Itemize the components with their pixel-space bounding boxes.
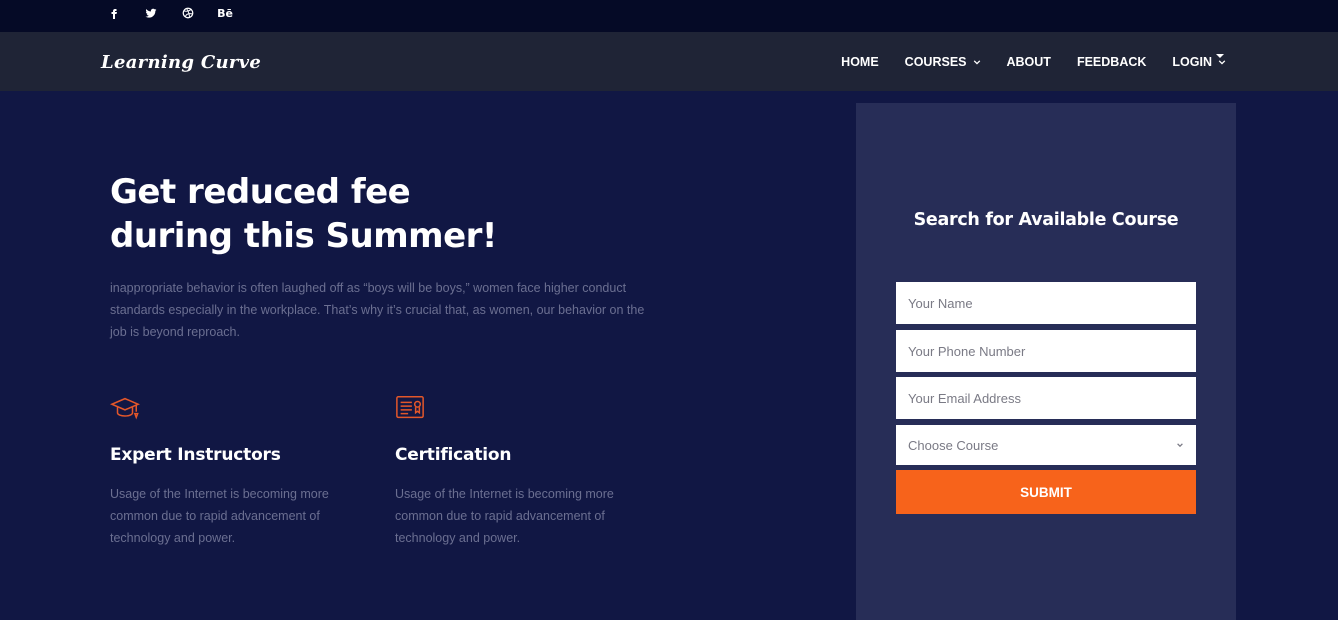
- hero-divider: [0, 91, 1338, 103]
- name-placeholder: Your Name: [908, 295, 973, 311]
- hero-intro: inappropriate behavior is often laughed …: [110, 281, 645, 339]
- chevron-down-icon: [1218, 59, 1226, 65]
- behance-icon[interactable]: Bē: [217, 5, 233, 21]
- nav-item-home[interactable]: HOME: [841, 55, 879, 69]
- certificate-icon: [395, 393, 427, 423]
- feature-certification: Certification Usage of the Internet is b…: [395, 393, 655, 549]
- nav-item-label: ABOUT: [1006, 54, 1051, 69]
- chevron-down-icon: [1177, 443, 1183, 448]
- panel-title: Search for Available Course: [913, 210, 1179, 230]
- nav-item-label: HOME: [841, 54, 879, 69]
- feature-text: Usage of the Internet is becoming more c…: [395, 487, 614, 545]
- chevron-down-icon: [973, 59, 980, 65]
- phone-input[interactable]: Your Phone Number: [896, 330, 1196, 372]
- email-input[interactable]: Your Email Address: [896, 377, 1196, 419]
- graduation-cap-icon: [109, 393, 142, 423]
- hero-headline: Get reduced fee during this Summer!: [110, 170, 610, 258]
- main-navbar: Learning Curve HOME COURSES ABOUT FEEDBA…: [0, 32, 1338, 91]
- email-placeholder: Your Email Address: [908, 390, 1021, 406]
- name-input[interactable]: Your Name: [896, 282, 1196, 324]
- headline-line-1: Get reduced fee: [110, 172, 411, 212]
- course-select-value: Choose Course: [908, 437, 999, 453]
- feature-expert-instructors: Expert Instructors Usage of the Internet…: [109, 393, 370, 549]
- brand-logo[interactable]: Learning Curve: [101, 52, 261, 73]
- phone-placeholder: Your Phone Number: [908, 343, 1026, 359]
- twitter-icon[interactable]: [143, 5, 159, 21]
- top-bar: Bē: [0, 0, 1338, 32]
- feature-text: Usage of the Internet is becoming more c…: [110, 487, 329, 545]
- course-search-panel: Search for Available Course Your Name Yo…: [856, 103, 1236, 620]
- dribbble-icon[interactable]: [180, 5, 196, 21]
- nav-item-label: COURSES: [904, 54, 967, 69]
- nav-item-courses[interactable]: COURSES: [905, 55, 981, 69]
- nav-menu: HOME COURSES ABOUT FEEDBACK LOGIN: [815, 32, 1226, 91]
- headline-line-2: during this Summer!: [110, 216, 497, 256]
- nav-item-label: FEEDBACK: [1076, 54, 1147, 69]
- social-links: Bē: [106, 5, 254, 21]
- submit-button[interactable]: SUBMIT: [896, 470, 1196, 514]
- facebook-icon[interactable]: [106, 5, 122, 21]
- nav-item-feedback[interactable]: FEEDBACK: [1077, 55, 1146, 69]
- nav-item-about[interactable]: ABOUT: [1007, 55, 1051, 69]
- course-select[interactable]: Choose Course: [896, 425, 1196, 465]
- nav-item-label: LOGIN: [1172, 54, 1212, 69]
- feature-title: Expert Instructors: [110, 445, 281, 465]
- feature-title: Certification: [395, 445, 512, 465]
- caret-up-icon: [1216, 54, 1224, 58]
